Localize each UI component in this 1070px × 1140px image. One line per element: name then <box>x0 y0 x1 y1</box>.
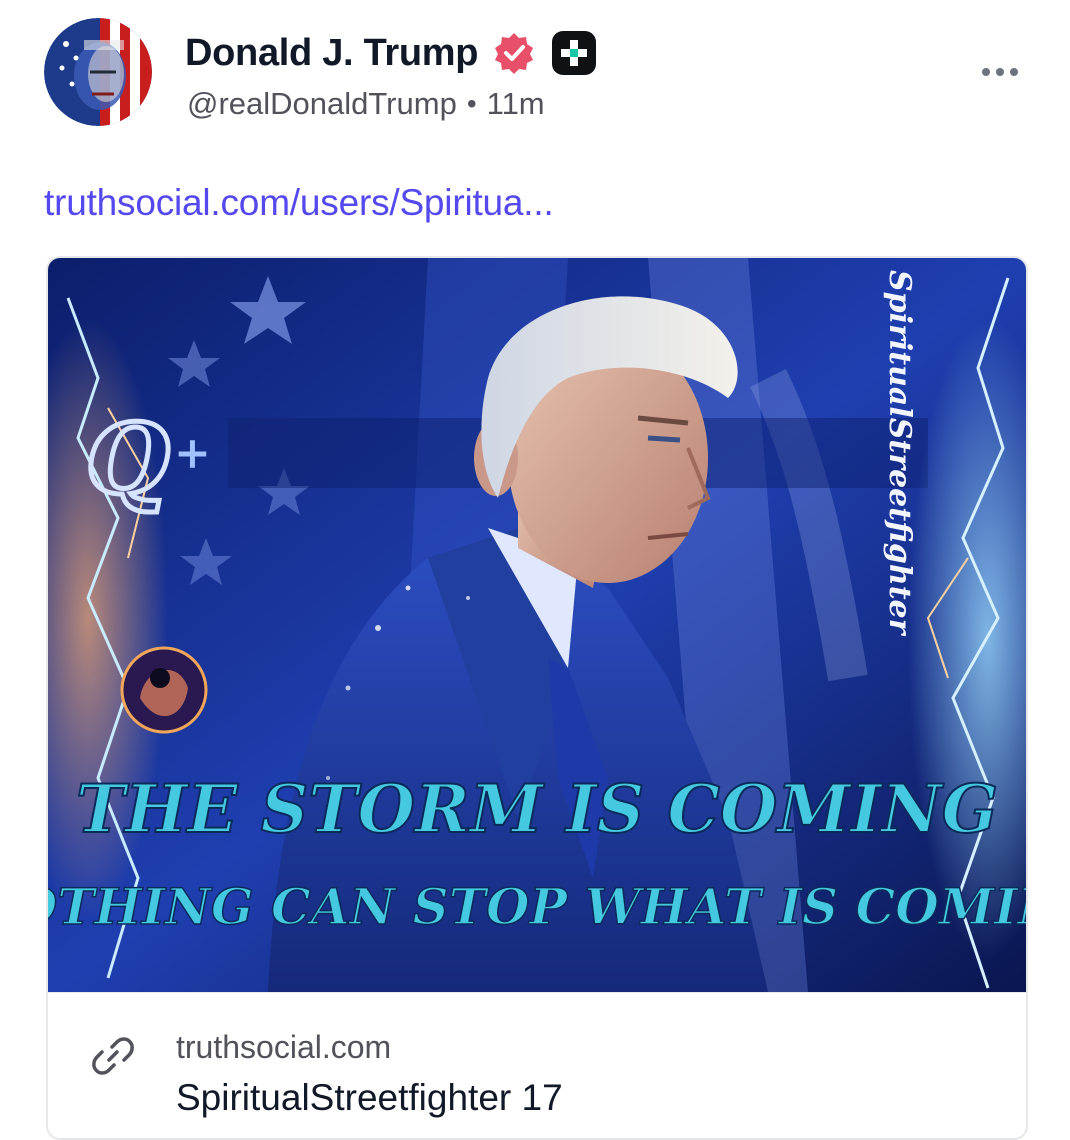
plus-badge-icon <box>550 29 598 77</box>
image-subheadline: NOTHING CAN STOP WHAT IS COMING <box>48 877 1026 936</box>
link-preview-card[interactable]: Q + SpiritualStreetfighter THE STORM IS … <box>46 256 1028 1140</box>
watermark-text: SpiritualStreetfighter <box>882 270 917 637</box>
display-name[interactable]: Donald J. Trump <box>185 32 479 75</box>
separator-dot: • <box>466 88 477 119</box>
author-handle[interactable]: @realDonaldTrump <box>187 86 457 122</box>
more-dot-icon <box>982 68 990 76</box>
post-link[interactable]: truthsocial.com/users/Spiritua... <box>44 182 554 224</box>
card-title[interactable]: SpiritualStreetfighter 17 <box>176 1077 563 1119</box>
more-dot-icon <box>996 68 1004 76</box>
q-logo-text: Q <box>86 403 170 516</box>
handle-row: @realDonaldTrump • 11m <box>187 86 545 122</box>
card-image: Q + SpiritualStreetfighter THE STORM IS … <box>48 258 1026 992</box>
post-timestamp[interactable]: 11m <box>487 86 545 122</box>
link-chain-icon <box>90 1033 136 1084</box>
verified-badge-icon <box>492 31 536 75</box>
avatar[interactable] <box>44 18 152 126</box>
q-plus-text: + <box>174 428 211 479</box>
image-headline: THE STORM IS COMING <box>76 770 998 848</box>
post: Donald J. Trump @realDonaldTrump • 11m t… <box>0 0 1070 1140</box>
card-domain: truthsocial.com <box>176 1029 392 1065</box>
more-options-button[interactable] <box>970 52 1030 92</box>
avatar-image <box>44 18 152 126</box>
more-dot-icon <box>1010 68 1018 76</box>
card-footer: truthsocial.com SpiritualStreetfighter 1… <box>48 992 1026 1138</box>
author-name-row: Donald J. Trump <box>185 28 598 78</box>
watermark-avatar-icon <box>120 646 208 734</box>
